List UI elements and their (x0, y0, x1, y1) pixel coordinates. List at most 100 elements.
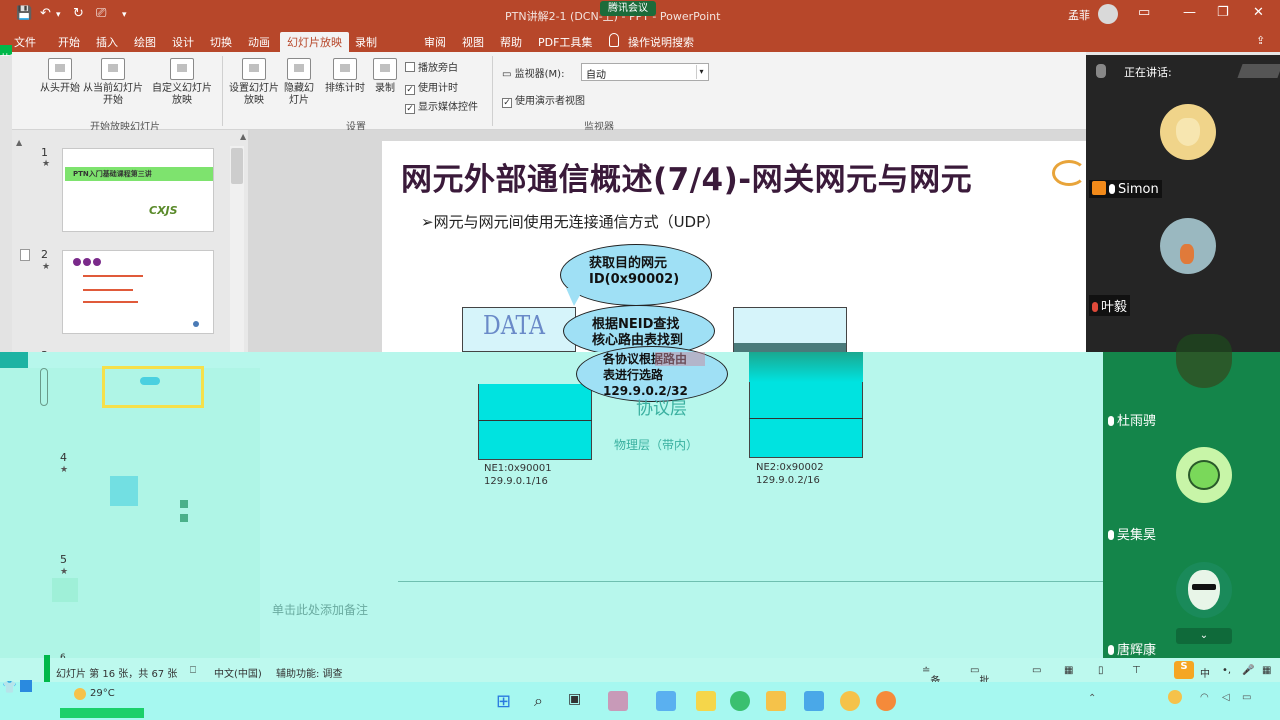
scrollbar-thumb[interactable] (231, 148, 243, 184)
slide-sorter-icon[interactable]: ▦ (1064, 665, 1073, 676)
participant-name[interactable]: 唐辉康 (1105, 638, 1159, 659)
hide-slide-button[interactable]: 隐藏幻灯片 (282, 58, 316, 107)
share-icon[interactable]: ⇪ (1256, 34, 1265, 47)
rehearse-button[interactable]: 排练计时 (322, 58, 368, 95)
avatar[interactable] (1176, 334, 1232, 352)
tell-me-search[interactable]: 操作说明搜索 (628, 34, 694, 50)
tab-record[interactable]: 录制 (355, 34, 377, 50)
tab-design[interactable]: 设计 (172, 34, 194, 50)
comments-button[interactable]: ▭ 批注 (970, 665, 989, 702)
reading-view-icon[interactable]: ▯ (1098, 665, 1104, 676)
ime-punct-icon[interactable]: •, (1222, 665, 1231, 676)
undo-icon[interactable]: ↶ (40, 6, 51, 21)
scroll-up-icon[interactable]: ▲ (16, 138, 22, 147)
setup-show-button[interactable]: 设置幻灯片放映 (228, 58, 280, 107)
chevron-down-icon[interactable]: ▾ (696, 65, 706, 79)
tab-review[interactable]: 审阅 (424, 34, 446, 50)
tab-draw[interactable]: 绘图 (134, 34, 156, 50)
slide-thumbnail-3-frame[interactable] (102, 366, 204, 408)
save-icon[interactable]: 💾 (16, 6, 32, 21)
slideshow-view-icon[interactable]: ⊤ (1132, 665, 1141, 676)
app-icon[interactable] (656, 691, 676, 711)
tray-icon[interactable] (1168, 690, 1182, 704)
artifact-block (0, 352, 28, 368)
app-icon[interactable] (840, 691, 860, 711)
close-icon[interactable]: ✕ (1253, 5, 1264, 20)
slide-bullet[interactable]: ➢网元与网元间使用无连接通信方式（UDP） (421, 211, 720, 232)
participant-name[interactable]: 吴集昊 (1105, 523, 1159, 544)
scroll-up-icon[interactable]: ▲ (240, 132, 246, 141)
app-icon[interactable] (766, 691, 786, 711)
from-beginning-button[interactable]: 从头开始 (38, 58, 82, 95)
snap-icon[interactable] (20, 680, 32, 692)
monitor-select[interactable]: 自动 ▾ (581, 63, 709, 81)
participant-name[interactable]: 杜雨骋 (1105, 409, 1159, 430)
ime-mode[interactable]: 中 (1200, 665, 1210, 680)
slideshow-quick-icon[interactable]: ⎚ (96, 6, 106, 21)
edge-icon[interactable] (730, 691, 750, 711)
weather-temp[interactable]: 29°C (90, 688, 115, 699)
accessibility-status[interactable]: 辅助功能: 调查 (276, 665, 343, 680)
avatar[interactable] (1098, 4, 1118, 24)
user-name[interactable]: 孟菲 (1068, 7, 1090, 23)
spellcheck-icon[interactable]: ⎕ (190, 665, 196, 676)
presenter-view-checkbox[interactable]: ✓ 使用演示者视图 (502, 92, 585, 108)
language-indicator[interactable]: 中文(中国) (214, 665, 262, 680)
tab-view[interactable]: 视图 (462, 34, 484, 50)
tab-home[interactable]: 开始 (58, 34, 80, 50)
restore-icon[interactable]: ❐ (1217, 5, 1229, 20)
battery-icon[interactable]: ▭ (1242, 692, 1251, 703)
weather-icon[interactable] (74, 688, 86, 700)
normal-view-icon[interactable]: ▭ (1032, 665, 1041, 676)
notes-placeholder[interactable]: 单击此处添加备注 (272, 601, 368, 618)
notes-button[interactable]: ≐ 备注 (922, 665, 940, 702)
wifi-icon[interactable]: ◠ (1200, 692, 1209, 703)
tab-file[interactable]: 文件 (14, 34, 36, 50)
custom-show-button[interactable]: 自定义幻灯片放映 (152, 58, 212, 107)
participant-name[interactable]: 叶毅 (1089, 295, 1131, 316)
scrollbar-thumb[interactable] (40, 368, 48, 406)
app-icon[interactable] (804, 691, 824, 711)
app-icon[interactable] (876, 691, 896, 711)
volume-icon[interactable]: ◁ (1222, 692, 1230, 703)
meeting-indicator[interactable]: 腾讯会议 (600, 1, 656, 16)
start-icon[interactable]: ⊞ (496, 691, 516, 712)
ime-keyboard-icon[interactable]: ▦ (1262, 665, 1271, 676)
slide-thumbnail-1[interactable]: PTN入门基础课程第三讲 CXJS (62, 148, 214, 232)
tab-transitions[interactable]: 切换 (210, 34, 232, 50)
slide-thumbnail-2[interactable] (62, 250, 214, 334)
record-button[interactable]: 录制 (370, 58, 400, 95)
chevron-down-icon[interactable]: ⌄ (1176, 628, 1232, 644)
tab-animations[interactable]: 动画 (248, 34, 270, 50)
slide-thumbnail-4[interactable] (110, 476, 138, 506)
tab-slideshow[interactable]: 幻灯片放映 (280, 32, 349, 53)
customize-qat-icon[interactable]: ▾ (122, 10, 127, 20)
task-view-icon[interactable]: ▣ (568, 691, 588, 711)
app-icon[interactable] (608, 691, 628, 711)
from-current-button[interactable]: 从当前幻灯片开始 (82, 58, 144, 107)
show-media-checkbox[interactable]: ✓ 显示媒体控件 (405, 98, 478, 114)
chevron-up-icon[interactable]: ⌃ (1088, 693, 1096, 704)
widgets-icon[interactable]: 👕 (2, 680, 17, 694)
ribbon-display-icon[interactable]: ▭ (1138, 5, 1150, 20)
slide-checkbox[interactable] (20, 249, 30, 261)
ribbon-tabs: 文件 开始 插入 绘图 设计 切换 动画 幻灯片放映 录制 审阅 视图 帮助 P… (0, 30, 1280, 53)
presenter-view-label: 使用演示者视图 (515, 96, 585, 107)
file-explorer-icon[interactable] (696, 691, 716, 711)
play-icon (48, 58, 72, 80)
ne2-label: NE2:0x90002 129.9.0.2/16 (756, 462, 824, 486)
slide-title[interactable]: 网元外部通信概述(7/4)-网关网元与网元 (401, 154, 972, 199)
slide-thumbnail-5[interactable] (52, 578, 78, 602)
tab-pdf-tools[interactable]: PDF工具集 (538, 34, 592, 50)
tab-insert[interactable]: 插入 (96, 34, 118, 50)
participant-name[interactable]: Simon (1089, 180, 1162, 198)
redo-icon[interactable]: ↻ (73, 6, 84, 21)
undo-dropdown-icon[interactable]: ▾ (56, 10, 61, 20)
use-timings-checkbox[interactable]: ✓ 使用计时 (405, 79, 458, 95)
play-narration-checkbox[interactable]: 播放旁白 (405, 59, 458, 74)
minimize-icon[interactable]: — (1183, 5, 1196, 20)
ime-logo-icon[interactable]: S (1174, 661, 1194, 679)
tab-help[interactable]: 帮助 (500, 34, 522, 50)
ime-voice-icon[interactable]: 🎤 (1242, 665, 1254, 676)
search-icon[interactable]: ⌕ (534, 691, 554, 711)
